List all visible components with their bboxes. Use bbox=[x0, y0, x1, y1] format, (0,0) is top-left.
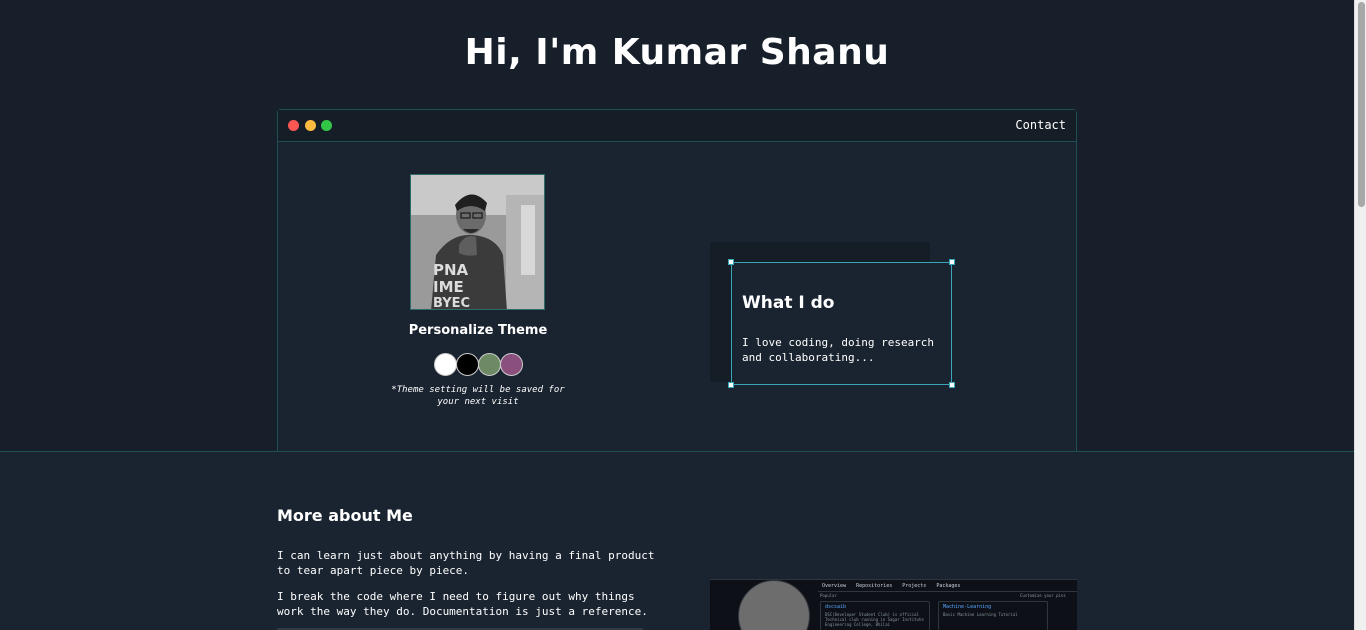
github-tab: Packages bbox=[936, 583, 961, 589]
theme-swatch-light[interactable] bbox=[434, 353, 457, 376]
github-profile-screenshot: Overview Repositories Projects Packages … bbox=[710, 579, 1077, 630]
scrollbar-thumb[interactable] bbox=[1358, 2, 1365, 207]
maximize-dot-icon[interactable] bbox=[321, 120, 332, 131]
github-repo-desc: DSC(Developer Student Club) is official … bbox=[825, 612, 924, 627]
what-i-do-text: I love coding, doing research and collab… bbox=[742, 336, 935, 364]
contact-link[interactable]: Contact bbox=[1015, 118, 1066, 132]
github-tab-divider bbox=[818, 591, 1077, 592]
profile-photo: PNA IME BYEC bbox=[410, 174, 545, 310]
github-repo-card: dscsaib DSC(Developer Student Club) is o… bbox=[820, 601, 930, 630]
what-i-do-card: What I do I love coding, doing research … bbox=[728, 259, 955, 388]
theme-swatch-dark[interactable] bbox=[456, 353, 479, 376]
github-repo-desc: Basic Machine Learning Tutorial bbox=[943, 612, 1018, 617]
svg-text:BYEC: BYEC bbox=[433, 296, 470, 310]
about-paragraph: I break the code where I need to figure … bbox=[277, 590, 648, 618]
about-paragraph: I can learn just about anything by havin… bbox=[277, 549, 655, 577]
resize-handle-top-left bbox=[728, 259, 734, 265]
resize-handle-bottom-right bbox=[949, 382, 955, 388]
page-title: Hi, I'm Kumar Shanu bbox=[464, 32, 890, 73]
github-tab: Overview bbox=[822, 583, 847, 589]
github-repo-name: Machine-Learning bbox=[943, 604, 992, 610]
window-title-bar: Contact bbox=[278, 110, 1076, 142]
github-repo-card: Machine-Learning Basic Machine Learning … bbox=[938, 601, 1048, 630]
close-dot-icon[interactable] bbox=[288, 120, 299, 131]
personalize-theme-heading: Personalize Theme bbox=[408, 323, 548, 338]
theme-note: *Theme setting will be saved for your ne… bbox=[391, 385, 565, 407]
github-customize-label: Customize your pins bbox=[1020, 593, 1066, 598]
theme-swatch-green[interactable] bbox=[478, 353, 501, 376]
minimize-dot-icon[interactable] bbox=[305, 120, 316, 131]
theme-swatch-purple[interactable] bbox=[500, 353, 523, 376]
github-tab: Repositories bbox=[856, 583, 893, 589]
theme-swatches bbox=[434, 353, 523, 376]
terminal-window: Contact PNA IME BYEC Personalize Theme *… bbox=[277, 109, 1077, 454]
svg-text:IME: IME bbox=[433, 278, 464, 296]
about-section bbox=[0, 452, 1354, 630]
github-avatar bbox=[738, 580, 810, 630]
resize-handle-top-right bbox=[949, 259, 955, 265]
about-heading: More about Me bbox=[277, 506, 413, 525]
github-repo-name: dscsaib bbox=[825, 604, 847, 610]
page-scrollbar[interactable] bbox=[1354, 0, 1366, 630]
github-tabs: Overview Repositories Projects Packages bbox=[822, 583, 960, 589]
resize-handle-bottom-left bbox=[728, 382, 734, 388]
what-i-do-heading: What I do bbox=[742, 293, 835, 313]
github-popular-label: Popular bbox=[820, 593, 837, 598]
github-tab: Projects bbox=[902, 583, 927, 589]
svg-text:PNA: PNA bbox=[433, 261, 469, 279]
